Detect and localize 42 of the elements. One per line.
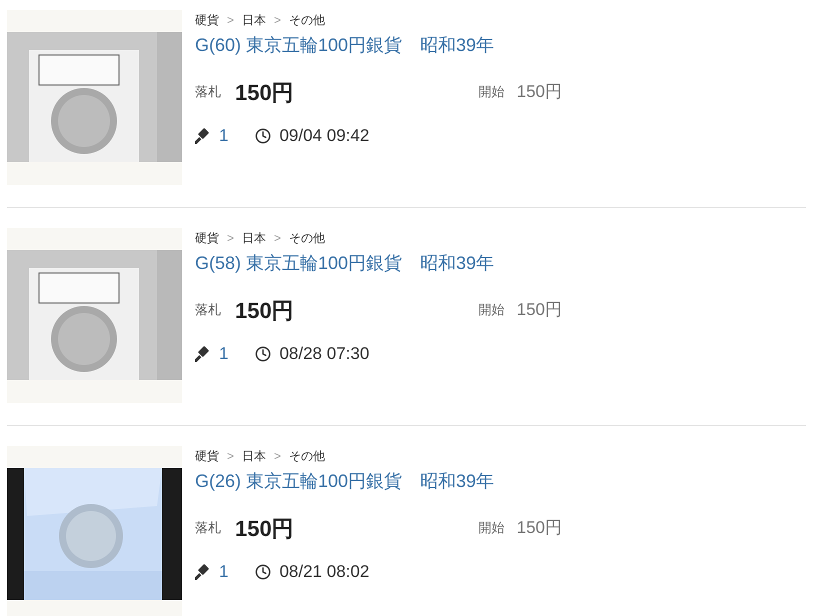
clock-icon xyxy=(255,346,272,362)
breadcrumb-separator: > xyxy=(274,448,282,465)
bid-count: 1 xyxy=(219,125,228,147)
breadcrumb-link[interactable]: 日本 xyxy=(242,447,266,465)
breadcrumb-separator: > xyxy=(227,12,234,29)
end-time: 08/28 07:30 xyxy=(279,343,370,365)
gavel-icon xyxy=(195,346,211,362)
item-title[interactable]: G(60) 東京五輪100円銀貨 昭和39年 xyxy=(195,32,555,59)
start-label: 開始 xyxy=(478,519,505,538)
breadcrumb-link[interactable]: 硬貨 xyxy=(195,229,219,247)
breadcrumb-separator: > xyxy=(274,12,282,29)
price: 150円 xyxy=(235,514,294,542)
price-label: 落札 xyxy=(195,83,221,102)
price: 150円 xyxy=(235,296,294,324)
price-label: 落札 xyxy=(195,301,221,320)
start-label: 開始 xyxy=(478,83,505,102)
start-price: 150円 xyxy=(516,517,562,540)
price-label: 落札 xyxy=(195,519,221,538)
price: 150円 xyxy=(235,78,294,106)
breadcrumb-separator: > xyxy=(227,230,234,247)
breadcrumb-link[interactable]: 日本 xyxy=(242,11,266,29)
item-title[interactable]: G(26) 東京五輪100円銀貨 昭和39年 xyxy=(195,468,555,495)
clock-icon xyxy=(255,128,272,144)
gavel-icon xyxy=(195,128,211,144)
breadcrumb-link[interactable]: その他 xyxy=(289,11,326,29)
breadcrumb-link[interactable]: その他 xyxy=(289,447,326,465)
breadcrumb-separator: > xyxy=(227,448,234,465)
end-time: 08/21 08:02 xyxy=(279,561,370,583)
breadcrumb-link[interactable]: 日本 xyxy=(242,229,266,247)
bid-count: 1 xyxy=(219,343,228,365)
item-title[interactable]: G(58) 東京五輪100円銀貨 昭和39年 xyxy=(195,250,555,277)
breadcrumb-link[interactable]: その他 xyxy=(289,229,326,247)
start-label: 開始 xyxy=(478,301,505,320)
gavel-icon xyxy=(195,564,211,580)
clock-icon xyxy=(255,564,272,580)
breadcrumb-link[interactable]: 硬貨 xyxy=(195,11,219,29)
breadcrumb-separator: > xyxy=(274,230,282,247)
start-price: 150円 xyxy=(516,81,562,104)
bid-count: 1 xyxy=(219,561,228,583)
end-time: 09/04 09:42 xyxy=(279,125,370,147)
breadcrumb-link[interactable]: 硬貨 xyxy=(195,447,219,465)
start-price: 150円 xyxy=(516,299,562,322)
